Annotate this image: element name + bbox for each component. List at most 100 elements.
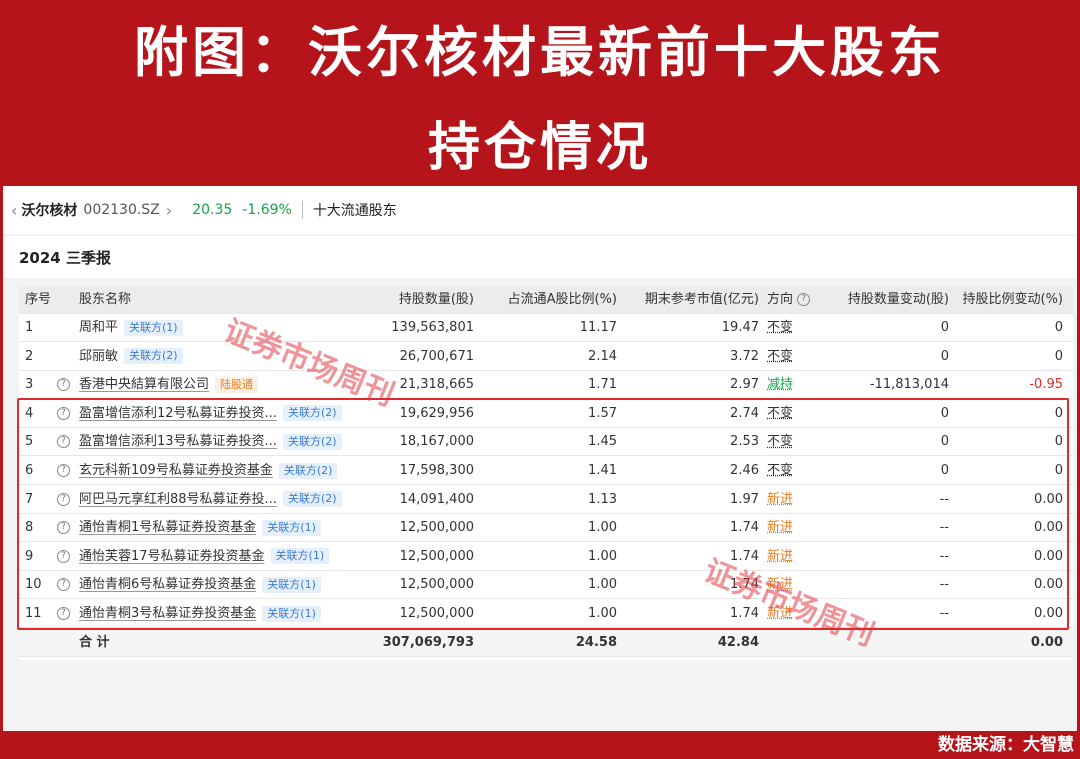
col-header-shares-change[interactable]: 持股数量变动(股)	[839, 286, 949, 314]
direction: 不变	[767, 463, 794, 478]
table-row[interactable]: 1 周和平 关联方(1) 139,563,801 11.17 19.47 不变 0 0	[19, 314, 1073, 342]
help-icon[interactable]: ?	[57, 378, 70, 392]
relation-tag[interactable]: 关联方(2)	[282, 433, 342, 450]
shareholder-name-cell: 香港中央結算有限公司 陆股通	[79, 371, 369, 399]
shareholder-name-cell: 盈富增信添利12号私募证券投资... 关联方(2)	[79, 400, 369, 428]
shares-held: 12,500,000	[399, 606, 474, 621]
table-row[interactable]: 8? 通怡青桐1号私募证券投资基金 关联方(1) 12,500,000 1.00 1.74…	[19, 514, 1073, 543]
col-header-value[interactable]: 期末参考市值(亿元)	[631, 286, 759, 314]
shareholder-name[interactable]: 通怡青桐3号私募证券投资基金	[79, 606, 256, 621]
shareholder-name-cell: 通怡青桐1号私募证券投资基金 关联方(1)	[79, 514, 369, 542]
market-value: 2.74	[730, 405, 759, 421]
relation-tag[interactable]: 关联方(2)	[282, 405, 342, 422]
relation-tag[interactable]: 关联方(2)	[278, 462, 338, 479]
relation-tag[interactable]: 关联方(1)	[262, 605, 321, 622]
table-row[interactable]: 3? 香港中央結算有限公司 陆股通 21,318,665 1.71 2.97 减持 -11,8…	[19, 371, 1073, 400]
table-header-row: 序号 股东名称 持股数量(股) 占流通A股比例(%) 期末参考市值(亿元) 方向…	[19, 286, 1073, 314]
float-ratio: 1.45	[588, 434, 617, 450]
shareholder-name[interactable]: 通怡青桐6号私募证券投资基金	[79, 577, 256, 592]
shareholder-name[interactable]: 通怡青桐1号私募证券投资基金	[79, 520, 256, 535]
shareholder-name-cell: 阿巴马元享红利88号私募证券投... 关联方(2)	[79, 486, 369, 514]
market-value: 2.97	[730, 377, 759, 393]
shareholder-name[interactable]: 盈富增信添利13号私募证券投资...	[79, 434, 277, 449]
direction-cell: 新进	[767, 543, 837, 571]
help-icon[interactable]: ?	[57, 607, 70, 620]
help-icon[interactable]: ?	[797, 293, 811, 306]
shareholder-name[interactable]: 周和平	[79, 320, 118, 335]
chevron-right-icon[interactable]: ›	[166, 201, 172, 220]
shareholder-name[interactable]: 通怡芙蓉17号私募证券投资基金	[79, 549, 265, 564]
shares-held: 12,500,000	[399, 548, 474, 564]
help-icon-cell: ?	[57, 600, 77, 628]
table-row[interactable]: 11? 通怡青桐3号私募证券投资基金 关联方(1) 12,500,000 1.00 1.7…	[19, 600, 1073, 628]
col-header-ratio[interactable]: 占流通A股比例(%)	[489, 286, 617, 314]
shareholder-name[interactable]: 香港中央結算有限公司	[79, 377, 209, 392]
row-index: 10	[25, 577, 42, 593]
help-icon[interactable]: ?	[57, 578, 70, 592]
relation-tag[interactable]: 关联方(1)	[124, 319, 183, 336]
direction: 新进	[767, 491, 794, 507]
shareholder-name-cell: 邱丽敏 关联方(2)	[79, 343, 369, 371]
chevron-left-icon[interactable]: ‹	[11, 201, 17, 220]
stock-code: 002130.SZ	[83, 202, 160, 218]
help-icon[interactable]: ?	[57, 435, 70, 449]
row-index: 2	[25, 348, 34, 364]
table-row[interactable]: 2 邱丽敏 关联方(2) 26,700,671 2.14 3.72 不变 0 0	[19, 343, 1073, 371]
relation-tag[interactable]: 关联方(2)	[124, 348, 183, 365]
float-ratio: 1.00	[588, 577, 617, 593]
table-row[interactable]: 5? 盈富增信添利13号私募证券投资... 关联方(2) 18,167,000 1.45…	[19, 428, 1073, 457]
total-ratio-change: 0.00	[1030, 634, 1063, 650]
relation-tag[interactable]: 关联方(1)	[262, 576, 321, 593]
market-value: 1.74	[730, 520, 759, 536]
shares-change: 0	[940, 434, 949, 450]
relation-tag[interactable]: 关联方(1)	[262, 519, 321, 536]
help-icon[interactable]: ?	[57, 406, 70, 420]
shares-held: 14,091,400	[399, 491, 474, 507]
shares-change: 0	[940, 348, 949, 364]
table-row[interactable]: 9? 通怡芙蓉17号私募证券投资基金 关联方(1) 12,500,000 1.00 1.7…	[19, 543, 1073, 571]
shareholder-name[interactable]: 盈富增信添利12号私募证券投资...	[79, 406, 277, 421]
report-period[interactable]: 2024 三季报	[19, 247, 111, 268]
col-header-ratio-change[interactable]: 持股比例变动(%)	[959, 286, 1064, 314]
table-row[interactable]: 10? 通怡青桐6号私募证券投资基金 关联方(1) 12,500,000 1.00 1.7…	[19, 571, 1073, 600]
float-ratio: 1.00	[588, 548, 617, 564]
ratio-change: -0.95	[1029, 377, 1063, 393]
relation-tag[interactable]: 陆股通	[215, 376, 259, 393]
relation-tag[interactable]: 关联方(1)	[270, 548, 330, 565]
direction: 减持	[767, 377, 794, 393]
col-header-idx: 序号	[25, 292, 52, 307]
float-ratio: 1.00	[588, 520, 617, 536]
direction-cell: 新进	[767, 486, 837, 514]
shareholder-name[interactable]: 玄元科新109号私募证券投资基金	[79, 463, 273, 478]
float-ratio: 1.41	[588, 463, 617, 478]
direction: 新进	[767, 577, 794, 593]
direction-cell: 减持	[767, 371, 837, 399]
shares-change: 0	[940, 320, 949, 335]
shareholder-name[interactable]: 阿巴马元享红利88号私募证券投...	[79, 492, 277, 507]
banner-title-line1: 附图：沃尔核材最新前十大股东	[134, 21, 946, 84]
direction-cell: 新进	[767, 514, 837, 542]
shares-change: 0	[940, 463, 949, 478]
float-ratio: 11.17	[579, 320, 617, 335]
help-icon[interactable]: ?	[57, 549, 70, 563]
help-icon-cell: ?	[57, 486, 77, 514]
col-header-shares[interactable]: 持股数量(股)	[379, 286, 474, 314]
direction-cell: 新进	[767, 571, 837, 599]
shareholder-name[interactable]: 邱丽敏	[79, 349, 118, 364]
ratio-change: 0	[1054, 463, 1063, 478]
help-icon[interactable]: ?	[57, 521, 70, 535]
relation-tag[interactable]: 关联方(2)	[282, 491, 342, 508]
help-icon[interactable]: ?	[57, 464, 70, 477]
row-index: 4	[25, 405, 34, 421]
direction: 新进	[767, 606, 794, 621]
direction: 不变	[767, 348, 794, 364]
help-icon-cell: ?	[57, 428, 77, 456]
direction: 不变	[767, 320, 794, 335]
float-ratio: 1.57	[588, 405, 617, 421]
shares-change: -11,813,014	[869, 377, 949, 393]
help-icon[interactable]: ?	[57, 492, 70, 506]
table-row[interactable]: 7? 阿巴马元享红利88号私募证券投... 关联方(2) 14,091,400 1.13…	[19, 486, 1073, 514]
table-row[interactable]: 4? 盈富增信添利12号私募证券投资... 关联方(2) 19,629,956 1.57…	[19, 400, 1073, 428]
direction-cell: 不变	[767, 457, 837, 485]
table-row[interactable]: 6? 玄元科新109号私募证券投资基金 关联方(2) 17,598,300 1.41 2.…	[19, 457, 1073, 485]
